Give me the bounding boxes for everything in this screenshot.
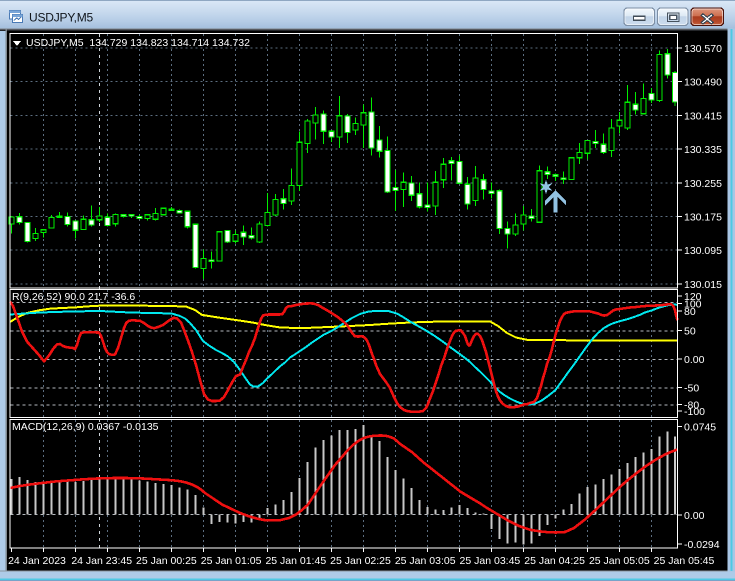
svg-text:USDJPY,M5 134.729 134.823 134: USDJPY,M5 134.729 134.823 134.714 134.73… xyxy=(26,37,250,49)
svg-text:130.095: 130.095 xyxy=(684,245,722,257)
svg-text:25 Jan 05:45: 25 Jan 05:45 xyxy=(654,555,715,567)
svg-text:24 Jan 2023: 24 Jan 2023 xyxy=(8,555,66,567)
svg-text:130.015: 130.015 xyxy=(684,279,722,291)
svg-text:130.415: 130.415 xyxy=(684,110,722,122)
svg-text:25 Jan 02:25: 25 Jan 02:25 xyxy=(330,555,391,567)
svg-text:0.00: 0.00 xyxy=(684,510,705,522)
svg-text:130.175: 130.175 xyxy=(684,212,722,224)
svg-text:25 Jan 05:05: 25 Jan 05:05 xyxy=(589,555,650,567)
svg-text:-0.0294: -0.0294 xyxy=(684,539,720,551)
svg-text:50: 50 xyxy=(684,326,696,338)
svg-text:25 Jan 01:05: 25 Jan 01:05 xyxy=(201,555,262,567)
svg-text:USDJPY,M5: USDJPY,M5 xyxy=(29,11,94,25)
svg-text:25 Jan 00:25: 25 Jan 00:25 xyxy=(136,555,197,567)
svg-text:130.335: 130.335 xyxy=(684,144,722,156)
svg-text:80: 80 xyxy=(684,306,696,318)
svg-text:-100: -100 xyxy=(684,406,705,418)
svg-text:130.255: 130.255 xyxy=(684,178,722,190)
svg-text:130.570: 130.570 xyxy=(684,43,722,55)
svg-text:-50: -50 xyxy=(684,383,699,395)
svg-text:25 Jan 03:05: 25 Jan 03:05 xyxy=(395,555,456,567)
svg-text:MACD(12,26,9) 0.0367 -0.0135: MACD(12,26,9) 0.0367 -0.0135 xyxy=(12,421,159,433)
svg-text:R(9,26,52) 90.0 21.7 -36.6: R(9,26,52) 90.0 21.7 -36.6 xyxy=(12,291,135,303)
svg-text:24 Jan 23:45: 24 Jan 23:45 xyxy=(71,555,132,567)
svg-text:25 Jan 01:45: 25 Jan 01:45 xyxy=(265,555,326,567)
svg-text:0.0745: 0.0745 xyxy=(684,422,716,434)
svg-text:25 Jan 04:25: 25 Jan 04:25 xyxy=(524,555,585,567)
svg-text:0.00: 0.00 xyxy=(684,354,705,366)
svg-text:25 Jan 03:45: 25 Jan 03:45 xyxy=(460,555,521,567)
svg-text:130.490: 130.490 xyxy=(684,77,722,89)
